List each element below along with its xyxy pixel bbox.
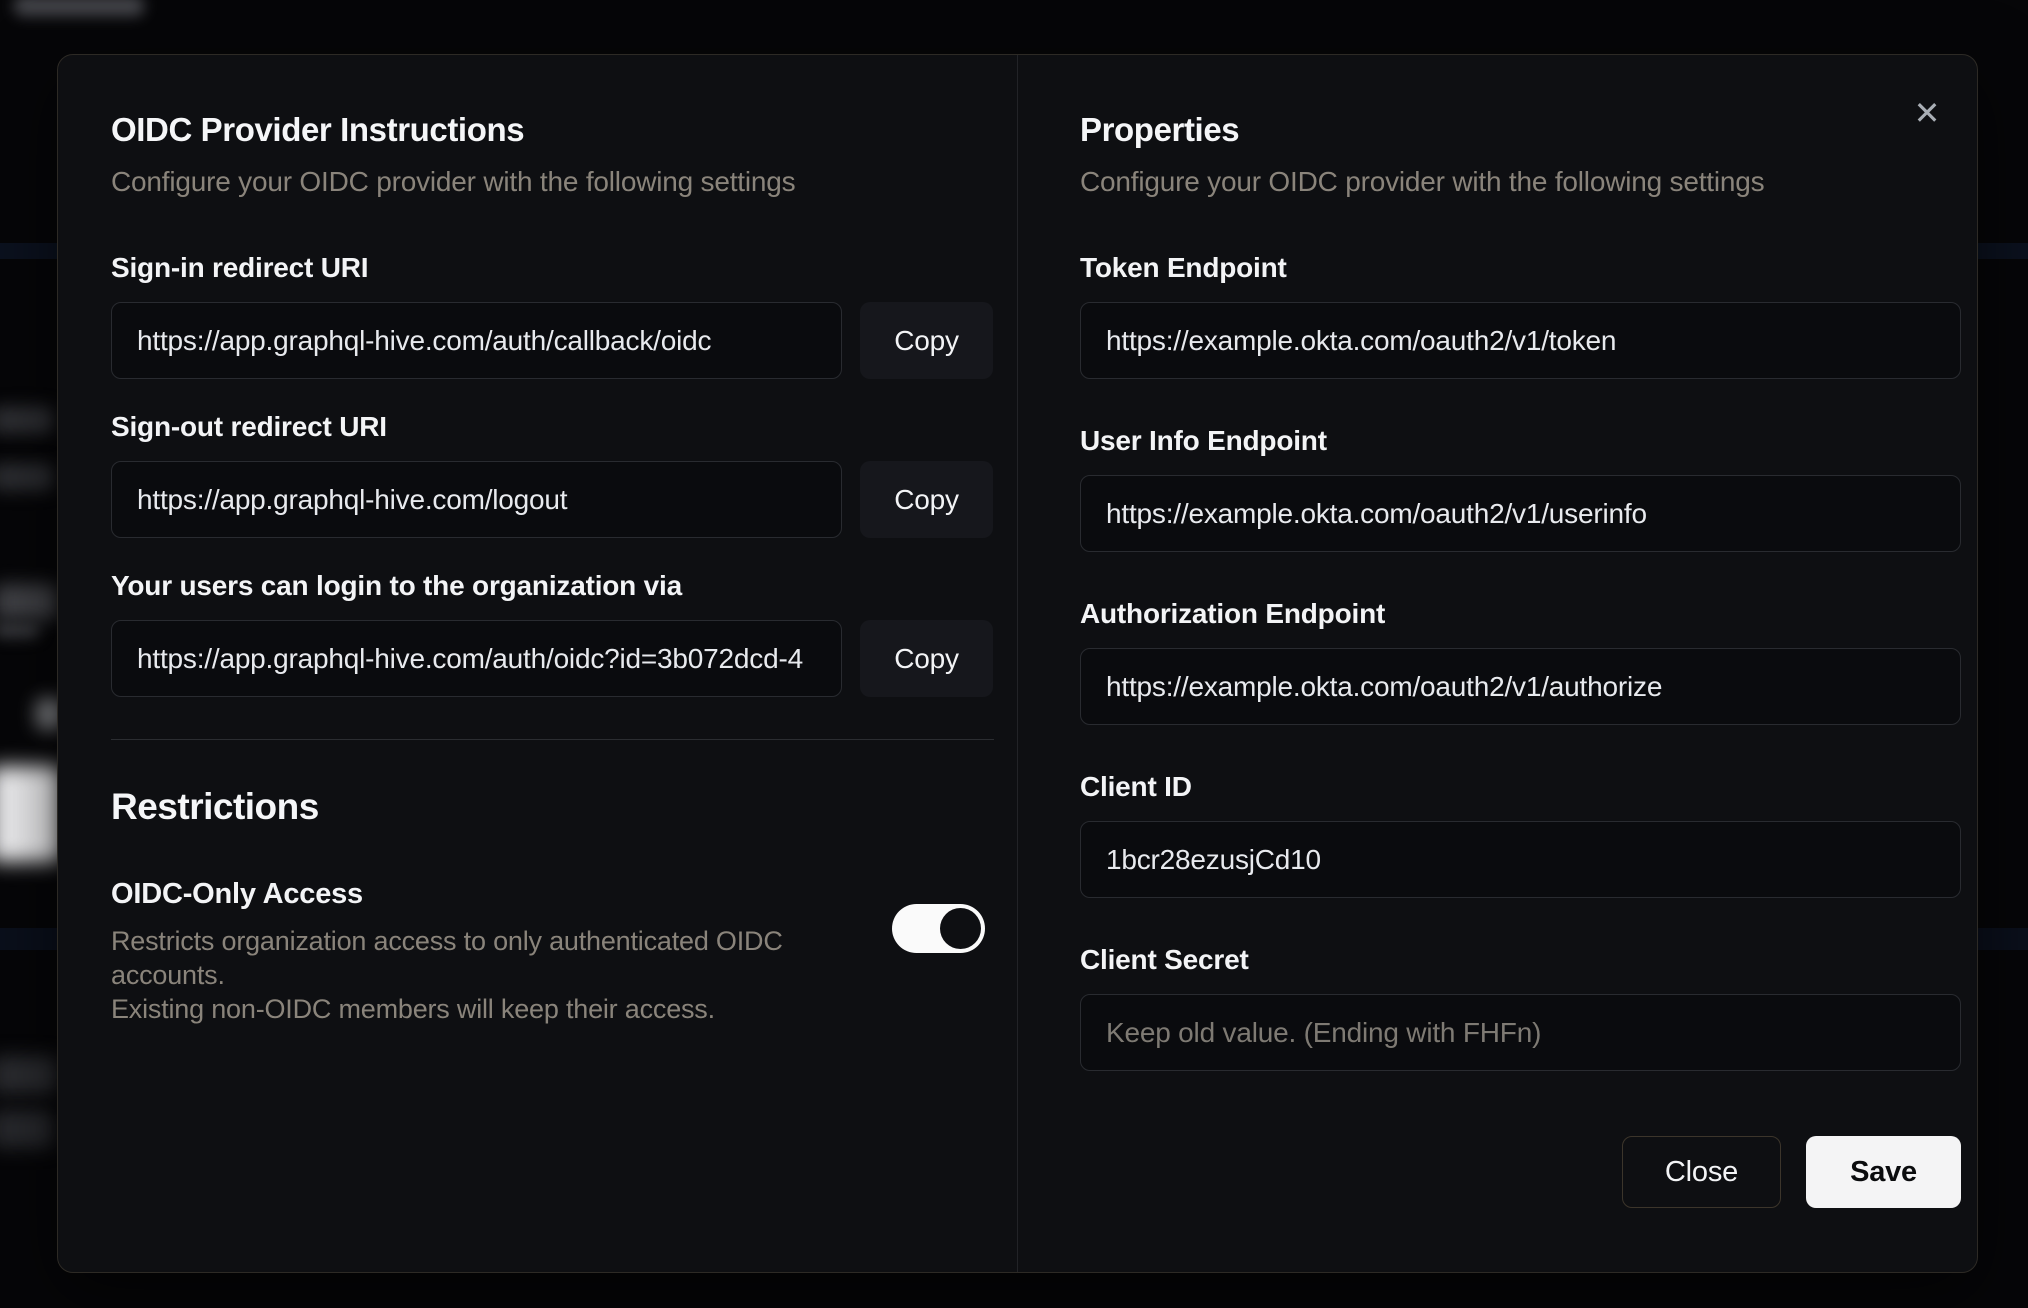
sign-out-redirect-uri-row: Copy bbox=[111, 461, 993, 538]
close-icon[interactable]: ✕ bbox=[1903, 89, 1951, 137]
toggle-knob-icon bbox=[940, 908, 981, 949]
client-id-label: Client ID bbox=[1080, 771, 1192, 802]
background-blur-blob bbox=[0, 1110, 54, 1148]
authorization-endpoint-field: Authorization Endpoint bbox=[1080, 598, 1961, 725]
instructions-subtitle: Configure your OIDC provider with the fo… bbox=[111, 166, 796, 197]
client-id-input[interactable] bbox=[1080, 821, 1961, 898]
sign-out-redirect-uri-label: Sign-out redirect URI bbox=[111, 411, 387, 442]
dialog-actions: Close Save bbox=[1080, 1136, 1961, 1208]
copy-login-uri-button[interactable]: Copy bbox=[860, 620, 993, 697]
oidc-only-access-toggle[interactable] bbox=[892, 904, 985, 953]
organization-login-uri-input[interactable] bbox=[111, 620, 842, 697]
oidc-only-access-description-line1: Restricts organization access to only au… bbox=[111, 926, 783, 990]
user-info-endpoint-label: User Info Endpoint bbox=[1080, 425, 1327, 456]
sign-out-redirect-uri-input[interactable] bbox=[111, 461, 842, 538]
sign-in-redirect-uri-input[interactable] bbox=[111, 302, 842, 379]
properties-column: Properties Configure your OIDC provider … bbox=[1018, 55, 1977, 1272]
oidc-only-access-row: OIDC-Only Access Restricts organization … bbox=[111, 878, 993, 1026]
authorization-endpoint-label: Authorization Endpoint bbox=[1080, 598, 1386, 629]
copy-sign-out-uri-button[interactable]: Copy bbox=[860, 461, 993, 538]
background-blur-blob bbox=[0, 1056, 58, 1094]
instructions-column: OIDC Provider Instructions Configure you… bbox=[58, 55, 1018, 1272]
token-endpoint-input[interactable] bbox=[1080, 302, 1961, 379]
background-blur-blob bbox=[0, 406, 54, 434]
background-blur-blob bbox=[0, 766, 62, 862]
copy-sign-in-uri-button[interactable]: Copy bbox=[860, 302, 993, 379]
authorization-endpoint-input[interactable] bbox=[1080, 648, 1961, 725]
properties-title: Properties bbox=[1080, 111, 1240, 148]
instructions-title: OIDC Provider Instructions bbox=[111, 111, 525, 148]
close-button[interactable]: Close bbox=[1621, 1136, 1782, 1208]
user-info-endpoint-field: User Info Endpoint bbox=[1080, 425, 1961, 552]
sign-in-redirect-uri-row: Copy bbox=[111, 302, 993, 379]
oidc-only-access-description-line2: Existing non-OIDC members will keep thei… bbox=[111, 994, 715, 1024]
background-blur-blob bbox=[0, 584, 58, 620]
token-endpoint-label: Token Endpoint bbox=[1080, 252, 1287, 283]
client-secret-label: Client Secret bbox=[1080, 944, 1249, 975]
restrictions-title: Restrictions bbox=[111, 786, 319, 827]
organization-login-uri-row: Copy bbox=[111, 620, 993, 697]
organization-login-uri-label: Your users can login to the organization… bbox=[111, 570, 682, 601]
background-blur-blob bbox=[0, 622, 40, 638]
token-endpoint-field: Token Endpoint bbox=[1080, 252, 1961, 379]
oidc-only-access-label: OIDC-Only Access bbox=[111, 878, 363, 910]
user-info-endpoint-input[interactable] bbox=[1080, 475, 1961, 552]
client-id-field: Client ID bbox=[1080, 771, 1961, 898]
client-secret-input[interactable] bbox=[1080, 994, 1961, 1071]
dimmed-page-backdrop: ✕ OIDC Provider Instructions Configure y… bbox=[0, 0, 2028, 1308]
background-blur-blob bbox=[14, 0, 144, 16]
sign-in-redirect-uri-label: Sign-in redirect URI bbox=[111, 252, 369, 283]
properties-subtitle: Configure your OIDC provider with the fo… bbox=[1080, 166, 1765, 197]
save-button[interactable]: Save bbox=[1806, 1136, 1961, 1208]
section-divider bbox=[111, 739, 994, 740]
oidc-settings-dialog: ✕ OIDC Provider Instructions Configure y… bbox=[57, 54, 1978, 1273]
oidc-only-access-text: OIDC-Only Access Restricts organization … bbox=[111, 878, 892, 1026]
client-secret-field: Client Secret bbox=[1080, 944, 1961, 1071]
background-blur-blob bbox=[0, 463, 54, 491]
